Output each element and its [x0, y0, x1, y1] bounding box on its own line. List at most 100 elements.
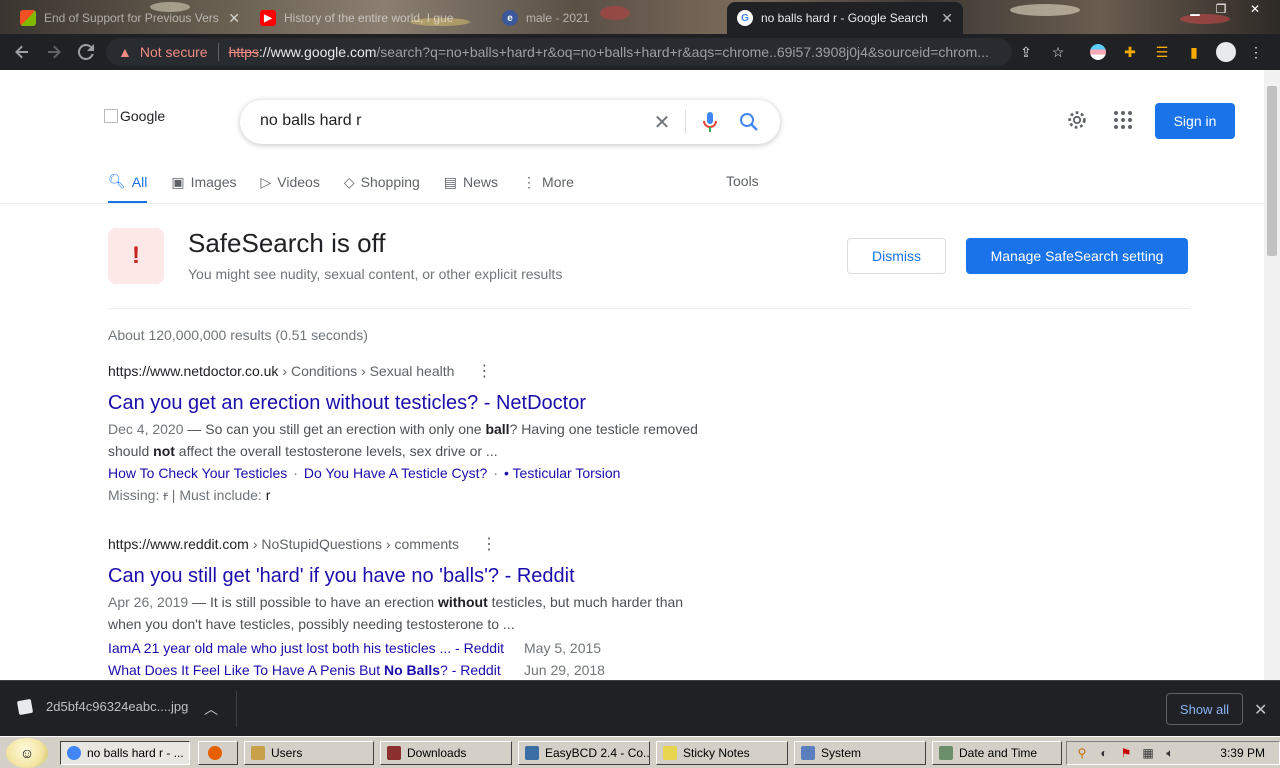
sitelink[interactable]: How To Check Your Testicles: [108, 462, 287, 484]
sidepanel-icon[interactable]: ▮: [1182, 40, 1206, 64]
sub-result: What Does It Feel Like To Have A Penis B…: [108, 659, 728, 680]
tools-button[interactable]: Tools: [726, 173, 759, 189]
tab-news[interactable]: ▤ News: [444, 168, 498, 196]
share-icon[interactable]: ⇪: [1014, 40, 1038, 64]
security-label[interactable]: Not secure: [140, 44, 208, 60]
tab-2[interactable]: e male - 2021: [492, 4, 722, 32]
more-options-icon[interactable]: ⋮: [481, 534, 497, 554]
settings-gear-icon[interactable]: [1065, 108, 1089, 132]
clock-icon: [939, 746, 953, 760]
tab-3-active[interactable]: G no balls hard r - Google Search ✕: [727, 2, 963, 34]
search-result: https://www.netdoctor.co.uk › Conditions…: [108, 362, 728, 506]
result-snippet: Apr 26, 2019 — It is still possible to h…: [108, 594, 684, 632]
scrollbar-thumb[interactable]: [1267, 86, 1277, 256]
sub-result: IamA 21 year old male who just lost both…: [108, 637, 728, 659]
more-icon: ⋮: [522, 173, 537, 190]
result-title-link[interactable]: Can you get an erection without testicle…: [108, 390, 728, 416]
tab-1[interactable]: ▶ History of the entire world, I gue: [250, 4, 490, 32]
profile-icon[interactable]: [1214, 40, 1238, 64]
clock[interactable]: 3:39 PM: [1220, 746, 1265, 760]
result-cite[interactable]: https://www.netdoctor.co.uk › Conditions…: [108, 362, 728, 380]
media-icon[interactable]: ☰: [1150, 40, 1174, 64]
sitelink[interactable]: Do You Have A Testicle Cyst?: [304, 462, 487, 484]
tab-shopping[interactable]: ◇ Shopping: [344, 168, 420, 196]
result-snippet: Dec 4, 2020 — So can you still get an er…: [108, 421, 698, 459]
broken-image-icon: [104, 109, 118, 123]
sign-in-button[interactable]: Sign in: [1155, 103, 1235, 139]
task-system[interactable]: System: [794, 741, 926, 765]
start-button[interactable]: ☺: [6, 738, 48, 768]
divider: [0, 203, 1264, 204]
manage-safesearch-button[interactable]: Manage SafeSearch setting: [966, 238, 1188, 274]
task-downloads[interactable]: Downloads: [380, 741, 512, 765]
restore-icon[interactable]: ❐: [1208, 0, 1234, 18]
url-path: /search?q=no+balls+hard+r&oq=no+balls+ha…: [376, 44, 989, 60]
search-box[interactable]: ✕: [240, 100, 780, 144]
tab-images[interactable]: ▣ Images: [171, 168, 236, 196]
tab-all[interactable]: 🔍︎ All: [108, 168, 148, 204]
forward-icon[interactable]: [38, 36, 70, 68]
safesearch-title: SafeSearch is off: [188, 228, 386, 258]
microphone-icon[interactable]: [698, 110, 722, 134]
tab-videos[interactable]: ▷ Videos: [261, 168, 320, 196]
url-scheme: https: [228, 44, 259, 60]
search-icon[interactable]: [737, 110, 761, 134]
page-scrollbar[interactable]: [1264, 70, 1280, 680]
network-icon[interactable]: ▦: [1141, 746, 1155, 760]
divider: [236, 691, 237, 727]
cite-path: › NoStupidQuestions › comments: [252, 536, 460, 552]
system-icon: [801, 746, 815, 760]
image-icon: ▣: [171, 173, 185, 190]
bookmark-star-icon[interactable]: ☆: [1046, 40, 1070, 64]
search-icon: 🔍︎: [108, 173, 126, 189]
search-icon[interactable]: ⚲: [1075, 746, 1089, 760]
youtube-icon: ▶: [260, 10, 276, 26]
download-item[interactable]: 2d5bf4c96324eabc....jpg: [16, 698, 188, 715]
extension-flag-icon[interactable]: [1086, 40, 1110, 64]
address-bar[interactable]: ▲ Not secure https ://www.google.com /se…: [106, 38, 1012, 66]
chrome-icon: [67, 746, 81, 760]
tab-0[interactable]: End of Support for Previous Vers ✕: [10, 4, 250, 32]
sub-result-link[interactable]: What Does It Feel Like To Have A Penis B…: [108, 659, 524, 680]
video-icon: ▷: [260, 173, 272, 190]
flag-icon[interactable]: ⚑: [1119, 746, 1133, 760]
close-icon[interactable]: ✕: [228, 10, 240, 27]
show-all-button[interactable]: Show all: [1166, 693, 1243, 725]
dismiss-button[interactable]: Dismiss: [847, 238, 946, 274]
clear-icon[interactable]: ✕: [650, 110, 674, 134]
close-window-icon[interactable]: ✕: [1242, 0, 1268, 18]
back-icon[interactable]: [6, 36, 38, 68]
task-sticky-notes[interactable]: Sticky Notes: [656, 741, 788, 765]
tab-label: no balls hard r - Google Search: [761, 11, 928, 25]
close-icon[interactable]: ✕: [1254, 700, 1267, 720]
search-result: https://www.reddit.com › NoStupidQuestio…: [108, 535, 728, 680]
tray-icon[interactable]: ◐: [1097, 746, 1111, 760]
minimize-icon[interactable]: ▁: [1182, 0, 1208, 18]
result-date: Dec 4, 2020: [108, 421, 184, 437]
task-chrome[interactable]: no balls hard r - ...: [60, 741, 190, 765]
task-users[interactable]: Users: [244, 741, 374, 765]
task-firefox[interactable]: [198, 741, 238, 765]
search-input[interactable]: [260, 112, 640, 130]
close-icon[interactable]: ✕: [941, 10, 953, 27]
sub-result-link[interactable]: IamA 21 year old male who just lost both…: [108, 637, 524, 659]
chevron-up-icon[interactable]: ︿: [204, 699, 218, 719]
volume-icon[interactable]: 🔈︎: [1163, 746, 1177, 760]
result-title-link[interactable]: Can you still get 'hard' if you have no …: [108, 563, 728, 589]
reload-icon[interactable]: [70, 36, 102, 68]
sitelink[interactable]: • Testicular Torsion: [504, 462, 620, 484]
apps-grid-icon[interactable]: [1111, 108, 1135, 132]
folder-icon: [251, 746, 265, 760]
sub-result-date: May 5, 2015: [524, 640, 602, 656]
puzzle-icon[interactable]: ✚: [1118, 40, 1142, 64]
google-logo[interactable]: Google: [104, 108, 165, 124]
must-include-link[interactable]: r: [266, 487, 271, 503]
tab-more[interactable]: ⋮ More: [522, 168, 574, 196]
result-cite[interactable]: https://www.reddit.com › NoStupidQuestio…: [108, 535, 728, 553]
windows-taskbar: ☺ no balls hard r - ... Users Downloads …: [0, 736, 1280, 768]
task-easybcd[interactable]: EasyBCD 2.4 - Co...: [518, 741, 650, 765]
menu-kebab-icon[interactable]: ⋮: [1244, 40, 1268, 64]
task-date-time[interactable]: Date and Time: [932, 741, 1062, 765]
warning-icon[interactable]: ▲: [118, 44, 132, 60]
more-options-icon[interactable]: ⋮: [476, 361, 492, 381]
